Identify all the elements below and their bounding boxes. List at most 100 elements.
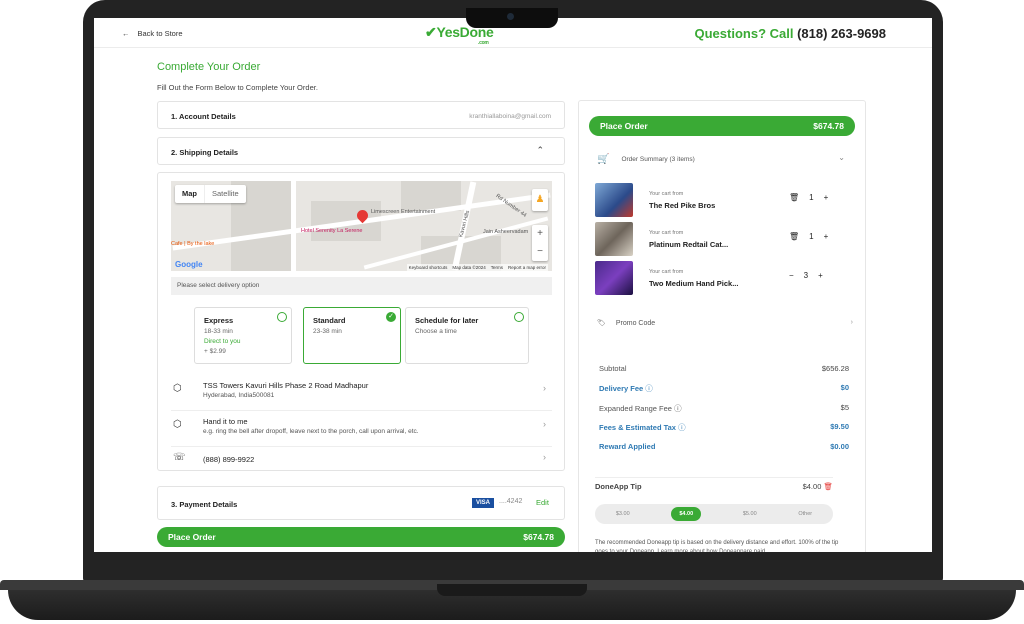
option-time: 18-33 min xyxy=(204,328,233,335)
quantity-stepper[interactable]: − 3 + xyxy=(789,271,823,280)
plus-icon[interactable]: + xyxy=(824,232,829,241)
cart-item: Your cart from The Red Pike Bros 🗑 1 + xyxy=(595,183,857,217)
map-label: Jain Asheervadam xyxy=(483,229,529,235)
chevron-right-icon: › xyxy=(543,383,546,393)
item-thumbnail xyxy=(595,261,633,295)
plus-icon[interactable]: + xyxy=(818,271,823,280)
info-icon[interactable]: ⓘ xyxy=(674,404,682,413)
trash-icon[interactable]: 🗑 xyxy=(789,193,799,202)
tip-value: $4.00 xyxy=(802,482,822,491)
delivery-option-prompt: Please select delivery option xyxy=(171,277,552,295)
google-logo: Google xyxy=(175,260,203,269)
tip-option[interactable]: $5.00 xyxy=(743,511,757,517)
phone-icon: ☏ xyxy=(173,452,186,463)
shipping-details-label: 2. Shipping Details xyxy=(171,148,239,157)
order-summary-panel: Place Order $674.78 🛒 Order Summary (3 i… xyxy=(578,100,866,552)
map-footer-item[interactable]: Terms xyxy=(491,265,503,270)
item-thumbnail xyxy=(595,222,633,256)
summary-place-order-button[interactable]: Place Order $674.78 xyxy=(589,116,855,136)
check-circle-icon[interactable]: ✓ xyxy=(386,312,396,322)
option-title: Standard xyxy=(313,316,346,325)
map-tab[interactable]: Map xyxy=(175,185,205,203)
info-icon[interactable]: ⓘ xyxy=(645,384,653,393)
laptop-base xyxy=(0,580,1024,624)
phone-row[interactable]: ☏ (888) 899-9922 › xyxy=(171,449,552,471)
phone-value: (888) 899-9922 xyxy=(203,455,255,464)
item-name: Platinum Redtail Cat... xyxy=(649,240,729,249)
account-details-label: 1. Account Details xyxy=(171,112,236,121)
delivery-fee-value: $0 xyxy=(840,383,849,392)
item-qty: 3 xyxy=(803,271,809,280)
tip-note: The recommended Doneapp tip is based on … xyxy=(595,540,839,552)
minus-icon[interactable]: − xyxy=(789,271,794,280)
order-summary-toggle[interactable]: 🛒 Order Summary (3 items) xyxy=(597,154,695,165)
page-title: Complete Your Order xyxy=(157,61,261,73)
edit-payment-link[interactable]: Edit xyxy=(536,498,549,507)
map-footer-item[interactable]: Keyboard shortcuts xyxy=(409,265,448,270)
option-price: + $2.99 xyxy=(204,348,226,355)
promo-code-row[interactable]: 🏷 Promo Code › xyxy=(597,319,853,327)
logo-suffix: .com xyxy=(478,40,489,46)
card-last4: ....4242 xyxy=(499,498,523,505)
reward-value: $0.00 xyxy=(830,442,849,451)
address-line1: TSS Towers Kavuri Hills Phase 2 Road Mad… xyxy=(203,381,369,390)
tip-selector[interactable]: $3.00 $4.00 $5.00 Other xyxy=(595,504,833,524)
tip-option-selected[interactable]: $4.00 xyxy=(671,507,702,521)
handoff-row[interactable]: ⬡ Hand it to me e.g. ring the bell after… xyxy=(171,413,552,447)
subtotal-label: Subtotal xyxy=(599,364,627,373)
quantity-stepper[interactable]: 🗑 1 + xyxy=(789,193,828,202)
quantity-stepper[interactable]: 🗑 1 + xyxy=(789,232,828,241)
back-label: Back to Store xyxy=(137,29,183,38)
radio-icon[interactable] xyxy=(277,312,287,322)
expanded-fee-label-wrap: Expanded Range Fee ⓘ xyxy=(599,403,682,414)
delivery-option-schedule[interactable]: Schedule for later Choose a time xyxy=(405,307,529,364)
delivery-option-express[interactable]: Express 18-33 min Direct to you + $2.99 xyxy=(194,307,292,364)
map[interactable]: Hotel Serenity La Serene Limescreen Ente… xyxy=(171,181,552,271)
expanded-fee-value: $5 xyxy=(840,403,849,412)
map-type-control[interactable]: Map Satellite xyxy=(175,185,246,203)
handoff-hint: e.g. ring the bell after dropoff, leave … xyxy=(203,428,419,435)
tip-option-other[interactable]: Other xyxy=(798,511,812,517)
satellite-tab[interactable]: Satellite xyxy=(205,185,246,203)
zoom-in-icon[interactable]: + xyxy=(532,225,548,243)
address-row[interactable]: ⬡ TSS Towers Kavuri Hills Phase 2 Road M… xyxy=(171,377,552,411)
place-order-button[interactable]: Place Order $674.78 xyxy=(157,527,565,547)
street-view-icon[interactable]: ♟ xyxy=(532,189,548,211)
tip-line: DoneApp Tip $4.00 🗑 xyxy=(595,482,833,491)
delivery-fee-line: Delivery Fee ⓘ $0 xyxy=(599,383,849,394)
place-order-label: Place Order xyxy=(168,532,216,542)
item-qty: 1 xyxy=(809,193,814,202)
option-title: Schedule for later xyxy=(415,316,479,325)
trash-icon[interactable]: 🗑 xyxy=(823,482,833,491)
chevron-right-icon: › xyxy=(543,419,546,429)
item-name: Two Medium Hand Pick... xyxy=(649,279,739,288)
plus-icon[interactable]: + xyxy=(824,193,829,202)
trash-icon[interactable]: 🗑 xyxy=(789,232,799,241)
shipping-details-header[interactable]: 2. Shipping Details ⌃ xyxy=(157,137,565,165)
map-footer-item: Map data ©2024 xyxy=(452,265,486,270)
fees-tax-line: Fees & Estimated Tax ⓘ $9.50 xyxy=(599,422,849,433)
tip-option[interactable]: $3.00 xyxy=(616,511,630,517)
expanded-fee-label: Expanded Range Fee xyxy=(599,404,672,413)
info-icon[interactable]: ⓘ xyxy=(678,423,686,432)
item-thumbnail xyxy=(595,183,633,217)
support-phone-number[interactable]: (818) 263-9698 xyxy=(797,26,886,41)
map-label: Limescreen Entertainment xyxy=(371,209,436,215)
option-title: Express xyxy=(204,316,234,325)
cart-icon: 🛒 xyxy=(597,154,610,165)
item-from: Your cart from xyxy=(649,230,684,236)
delivery-option-standard[interactable]: Standard 23-38 min ✓ xyxy=(303,307,401,364)
place-order-total: $674.78 xyxy=(813,121,844,131)
box-icon: ⬡ xyxy=(173,383,182,394)
back-to-store-link[interactable]: ← Back to Store xyxy=(122,29,183,38)
tip-label: DoneApp Tip xyxy=(595,482,642,491)
payment-details-card[interactable]: 3. Payment Details VISA ....4242 Edit xyxy=(157,486,565,520)
zoom-control[interactable]: + − xyxy=(532,225,548,261)
radio-icon[interactable] xyxy=(514,312,524,322)
chevron-up-icon[interactable]: ⌃ xyxy=(536,145,544,156)
chevron-down-icon[interactable]: ⌄ xyxy=(838,153,845,162)
zoom-out-icon[interactable]: − xyxy=(532,243,548,261)
box-icon: ⬡ xyxy=(173,419,182,430)
account-details-card[interactable]: 1. Account Details kranthiallaboina@gmai… xyxy=(157,101,565,129)
map-footer-item[interactable]: Report a map error xyxy=(508,265,546,270)
